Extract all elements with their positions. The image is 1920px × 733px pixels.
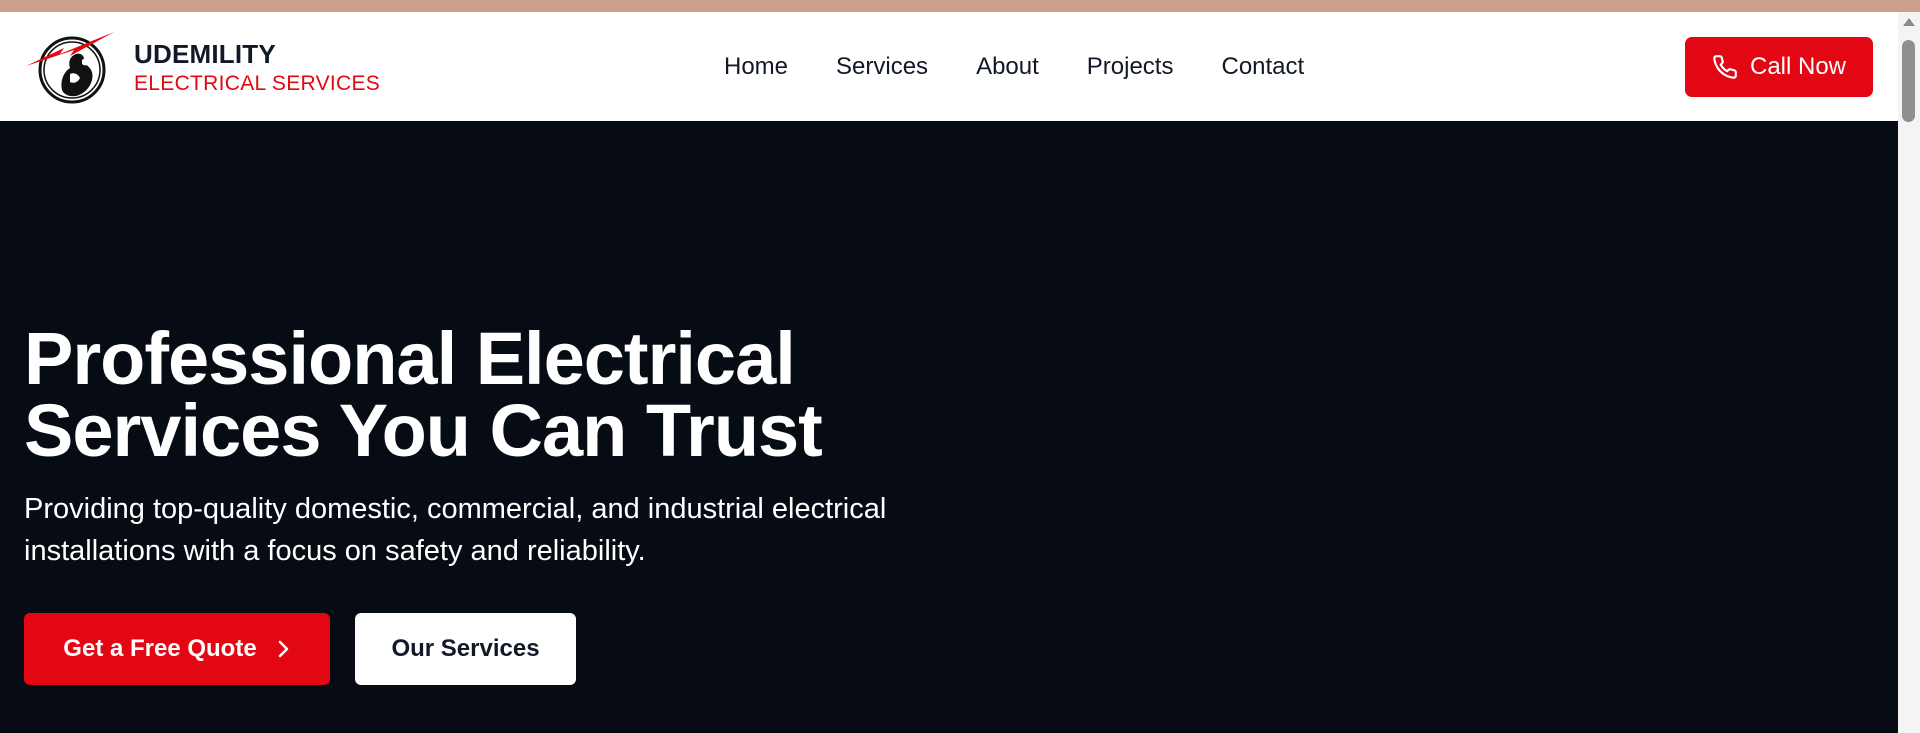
hero-title-line-2: Services You Can Trust <box>24 389 823 472</box>
get-free-quote-button[interactable]: Get a Free Quote <box>24 613 330 685</box>
page-scrollbar[interactable] <box>1898 12 1920 733</box>
nav-item-services[interactable]: Services <box>836 53 928 81</box>
nav-item-about[interactable]: About <box>976 53 1039 81</box>
call-now-button[interactable]: Call Now <box>1685 37 1873 97</box>
phone-icon <box>1712 54 1738 80</box>
main-nav: Home Services About Projects Contact <box>724 12 1352 121</box>
our-services-label: Our Services <box>391 635 540 662</box>
site-header: UDEMILITY ELECTRICAL SERVICES Home Servi… <box>0 12 1898 122</box>
get-free-quote-label: Get a Free Quote <box>63 635 257 662</box>
our-services-button[interactable]: Our Services <box>355 613 576 685</box>
nav-item-contact[interactable]: Contact <box>1221 53 1304 81</box>
browser-top-strip <box>0 0 1920 12</box>
call-now-label: Call Now <box>1749 53 1847 80</box>
hero-subtitle: Providing top-quality domestic, commerci… <box>24 493 887 567</box>
viewport: UDEMILITY ELECTRICAL SERVICES Home Servi… <box>0 12 1898 733</box>
brand-tagline: ELECTRICAL SERVICES <box>134 71 381 95</box>
scrollbar-thumb[interactable] <box>1902 40 1915 122</box>
chevron-right-icon <box>275 639 291 659</box>
nav-item-projects[interactable]: Projects <box>1087 53 1174 81</box>
brand-name: UDEMILITY <box>134 38 276 69</box>
page: UDEMILITY ELECTRICAL SERVICES Home Servi… <box>0 0 1920 733</box>
brand-logo[interactable]: UDEMILITY ELECTRICAL SERVICES <box>24 30 380 104</box>
electrician-bolt-logo-icon <box>24 30 116 104</box>
hero-section: Professional Electrical Services You Can… <box>0 121 1898 733</box>
hero-title-line-1: Professional Electrical <box>24 317 796 400</box>
nav-item-home[interactable]: Home <box>724 53 788 81</box>
hero-title: Professional Electrical Services You Can… <box>24 322 924 468</box>
scroll-up-arrow-icon[interactable] <box>1903 18 1915 26</box>
brand-text: UDEMILITY ELECTRICAL SERVICES <box>134 41 380 94</box>
